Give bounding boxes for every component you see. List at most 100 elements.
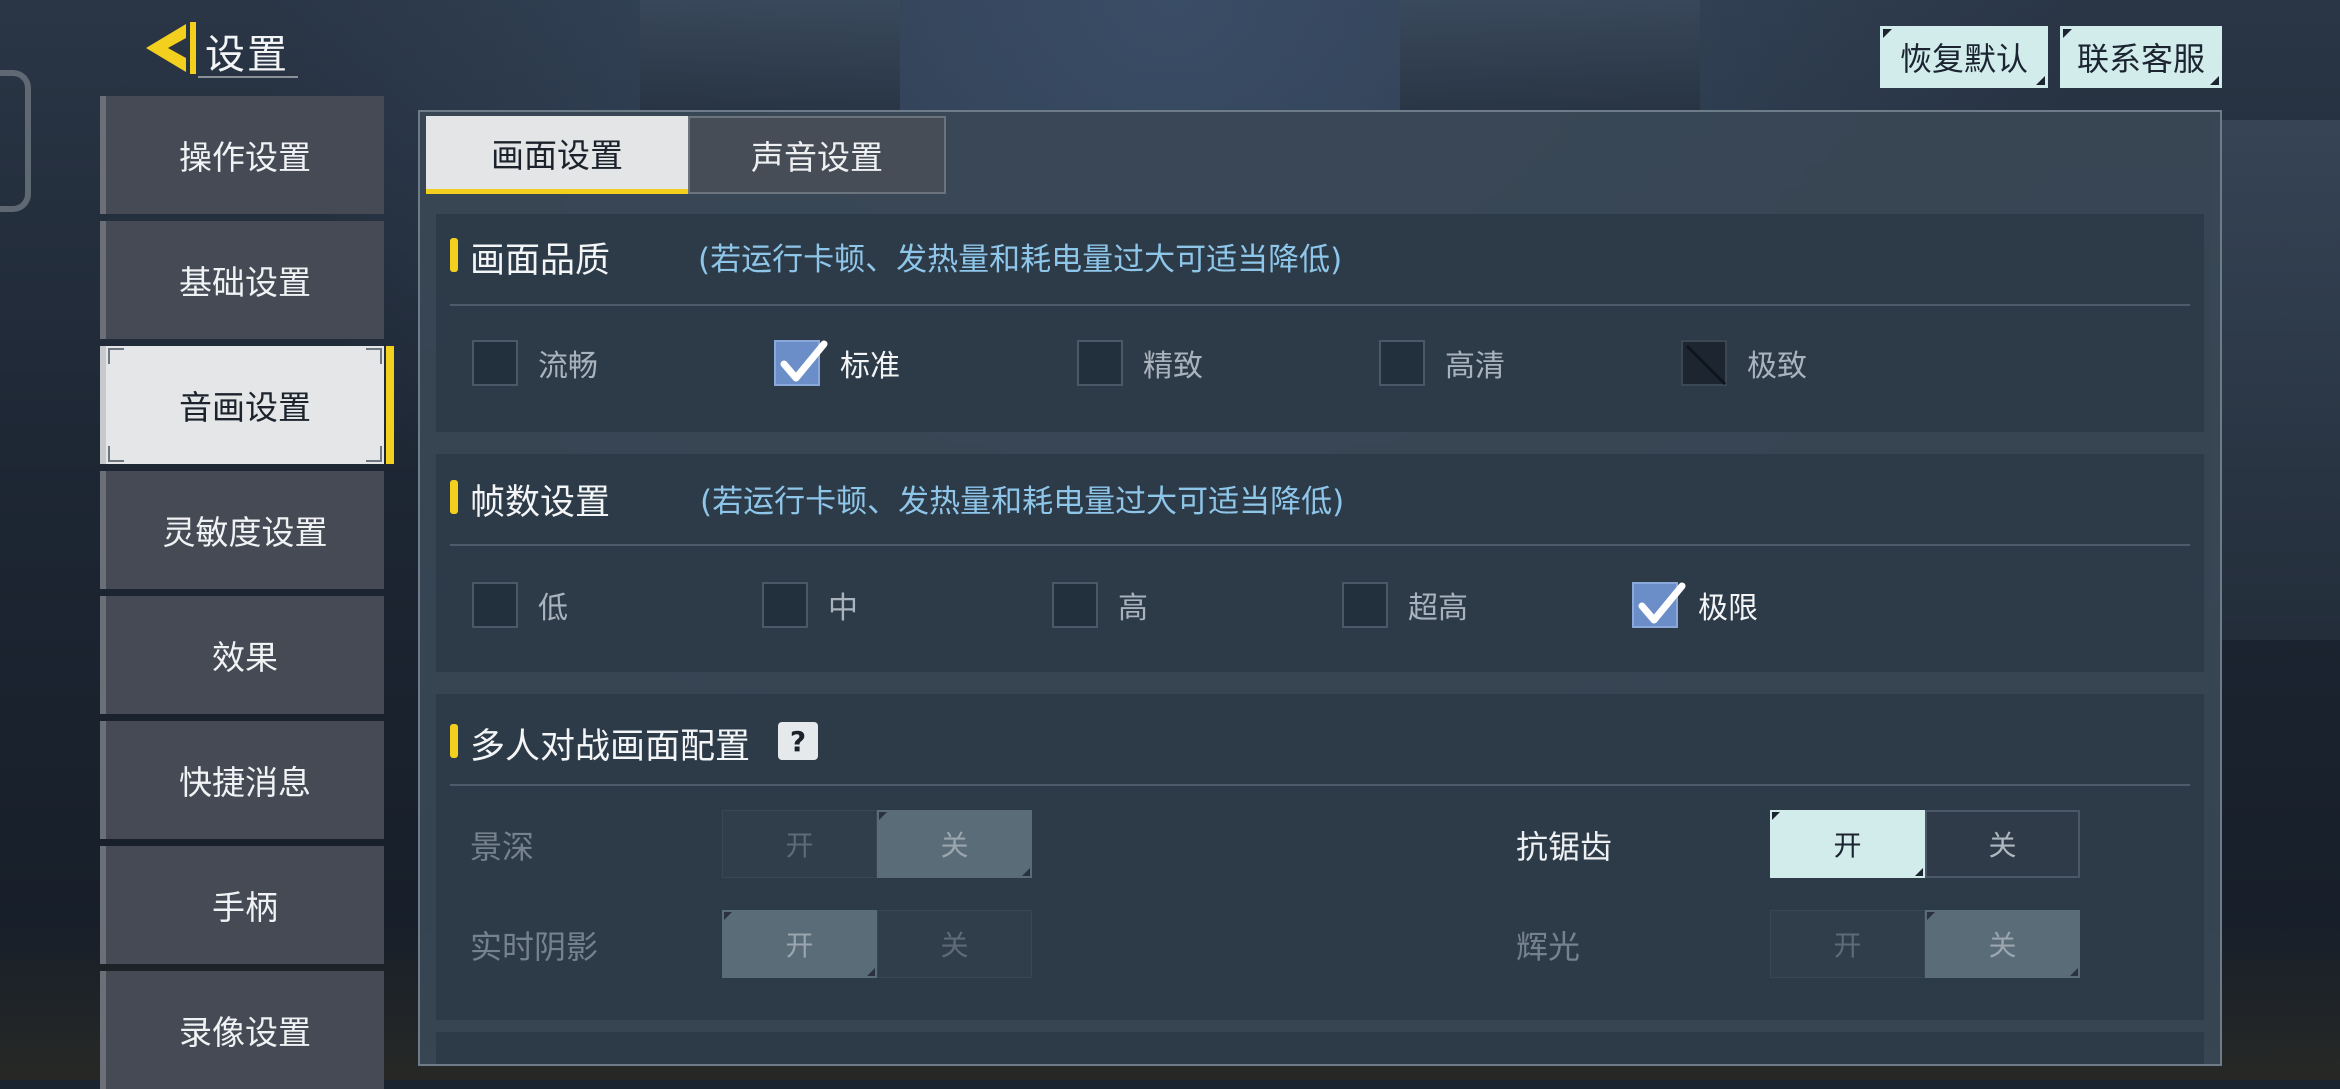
sidebar-item-label: 音画设置	[179, 388, 311, 427]
tab-sound[interactable]: 声音设置	[688, 116, 946, 194]
toggle-on-option: 开	[722, 910, 877, 978]
checkbox[interactable]	[1342, 582, 1388, 628]
realtime-shadow-toggle: 开 关	[722, 910, 1032, 978]
page-title: 设置	[205, 32, 289, 78]
quality-section: 画面品质 (若运行卡顿、发热量和耗电量过大可适当降低) 流畅 标准 精致 高清	[436, 214, 2204, 432]
section-divider	[450, 784, 2190, 786]
toggle-off-option: 关	[877, 910, 1032, 978]
option-label: 中	[828, 591, 858, 626]
quality-option-fine[interactable]: 精致	[1077, 340, 1203, 386]
section-accent-bar	[450, 480, 458, 514]
toggle-text: 开	[1833, 829, 1862, 862]
sidebar-item-basic[interactable]: 基础设置	[100, 221, 384, 339]
section-title: 画面品质	[470, 241, 611, 281]
checkbox-disabled	[1681, 340, 1727, 386]
corner-decoration	[2070, 968, 2078, 976]
help-icon[interactable]: ?	[778, 722, 818, 760]
checkbox[interactable]	[1077, 340, 1123, 386]
background-building	[1400, 0, 1700, 110]
bloom-toggle: 开 关	[1770, 910, 2080, 978]
option-label: 低	[538, 591, 568, 626]
corner-decoration	[1927, 912, 1935, 920]
section-accent-bar	[450, 238, 458, 272]
settings-panel: 画面设置 声音设置 画面品质 (若运行卡顿、发热量和耗电量过大可适当降低) 流畅…	[418, 110, 2222, 1066]
option-label: 极限	[1698, 591, 1758, 626]
corner-decoration	[724, 912, 732, 920]
checkmark-icon	[1638, 582, 1686, 624]
toggle-text: 开	[785, 929, 814, 962]
back-button[interactable]	[138, 18, 200, 78]
restore-default-button[interactable]: 恢复默认	[1880, 26, 2048, 88]
toggle-text: 关	[940, 829, 969, 862]
section-divider	[450, 304, 2190, 306]
checkbox[interactable]	[1379, 340, 1425, 386]
next-section-preview	[436, 1032, 2204, 1064]
corner-decoration	[867, 968, 875, 976]
corner-decoration	[1022, 868, 1030, 876]
tab-graphics[interactable]: 画面设置	[426, 116, 688, 194]
disabled-slash-icon	[1685, 344, 1727, 386]
checkbox[interactable]	[762, 582, 808, 628]
checkbox[interactable]	[472, 340, 518, 386]
option-label: 极致	[1747, 349, 1807, 384]
toggle-on-option[interactable]: 开	[1770, 810, 1925, 878]
title-underline	[198, 76, 298, 78]
quality-option-hd[interactable]: 高清	[1379, 340, 1505, 386]
back-arrow-icon	[146, 22, 196, 74]
framerate-option-ultra[interactable]: 超高	[1342, 582, 1468, 628]
checkbox[interactable]	[472, 582, 518, 628]
corner-decoration	[1772, 812, 1780, 820]
checkbox-checked[interactable]	[774, 340, 828, 386]
sidebar-item-recording[interactable]: 录像设置	[100, 971, 384, 1089]
toggle-on-option: 开	[722, 810, 877, 878]
framerate-option-medium[interactable]: 中	[762, 582, 858, 628]
section-title: 帧数设置	[470, 483, 611, 523]
corner-decoration	[108, 348, 124, 364]
contact-support-button[interactable]: 联系客服	[2060, 26, 2222, 88]
corner-decoration	[108, 446, 124, 462]
corner-decoration	[879, 812, 887, 820]
section-accent-bar	[450, 724, 458, 758]
framerate-option-high[interactable]: 高	[1052, 582, 1148, 628]
option-label: 超高	[1408, 591, 1468, 626]
hexagon-decoration	[0, 70, 31, 212]
sidebar-item-controller[interactable]: 手柄	[100, 846, 384, 964]
quality-option-smooth[interactable]: 流畅	[472, 340, 598, 386]
toggle-text: 关	[1988, 929, 2017, 962]
realtime-shadow-label: 实时阴影	[470, 928, 599, 966]
anti-aliasing-label: 抗锯齿	[1516, 828, 1613, 866]
sidebar-item-sensitivity[interactable]: 灵敏度设置	[100, 471, 384, 589]
quality-option-ultimate[interactable]: 极致	[1681, 340, 1807, 386]
framerate-section: 帧数设置 (若运行卡顿、发热量和耗电量过大可适当降低) 低 中 高 超高 极限	[436, 454, 2204, 672]
section-title: 多人对战画面配置	[470, 727, 751, 767]
corner-decoration	[1915, 868, 1923, 876]
background-building	[640, 0, 900, 110]
multiplayer-section: 多人对战画面配置 ? 景深 开 关 抗锯齿 开 关 实时阴影 开 关 辉光 开 …	[436, 694, 2204, 1020]
background-building	[2210, 120, 2340, 640]
bloom-label: 辉光	[1516, 928, 1581, 966]
depth-of-field-label: 景深	[470, 828, 535, 866]
option-label: 流畅	[538, 349, 598, 384]
anti-aliasing-toggle[interactable]: 开 关	[1770, 810, 2080, 878]
toggle-on-option: 开	[1770, 910, 1925, 978]
option-label: 精致	[1143, 349, 1203, 384]
sidebar-item-audio-video[interactable]: 音画设置	[100, 346, 394, 464]
section-hint: (若运行卡顿、发热量和耗电量过大可适当降低)	[700, 484, 1345, 520]
checkbox-checked[interactable]	[1632, 582, 1686, 628]
sidebar-item-quick-messages[interactable]: 快捷消息	[100, 721, 384, 839]
option-label: 高清	[1445, 349, 1505, 384]
framerate-option-low[interactable]: 低	[472, 582, 568, 628]
corner-decoration	[366, 348, 382, 364]
option-label: 标准	[840, 349, 900, 384]
toggle-off-option: 关	[1925, 910, 2080, 978]
corner-decoration	[366, 446, 382, 462]
quality-option-standard[interactable]: 标准	[774, 340, 900, 386]
framerate-option-extreme[interactable]: 极限	[1632, 582, 1758, 628]
sidebar-item-effects[interactable]: 效果	[100, 596, 384, 714]
depth-of-field-toggle: 开 关	[722, 810, 1032, 878]
sidebar-item-controls[interactable]: 操作设置	[100, 96, 384, 214]
toggle-off-option[interactable]: 关	[1925, 810, 2080, 878]
checkmark-icon	[780, 340, 828, 382]
option-label: 高	[1118, 591, 1148, 626]
checkbox[interactable]	[1052, 582, 1098, 628]
